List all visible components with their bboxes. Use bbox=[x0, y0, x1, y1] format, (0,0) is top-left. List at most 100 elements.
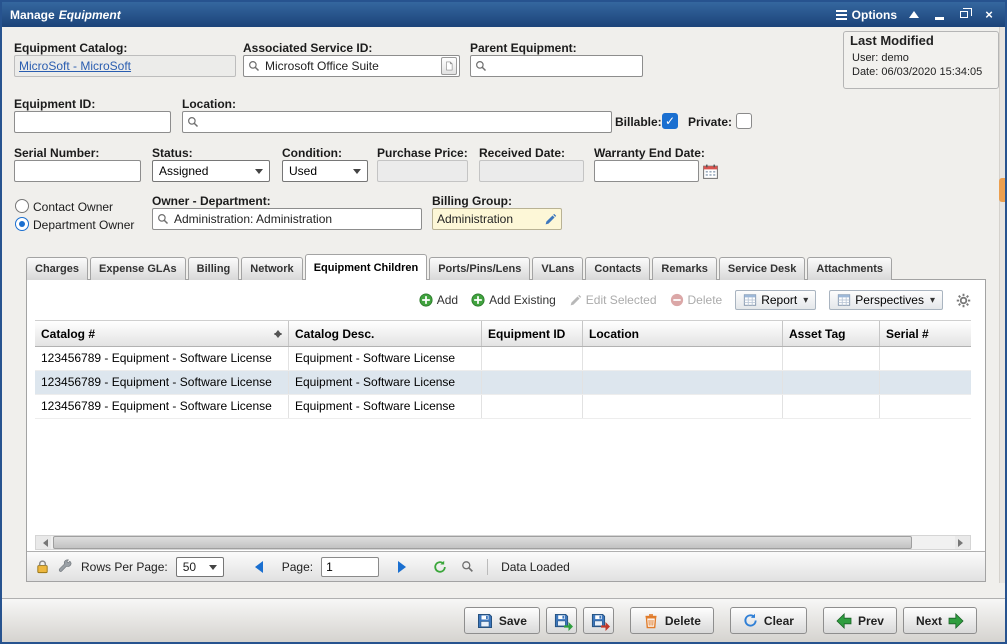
refresh-icon[interactable] bbox=[433, 560, 447, 574]
column-header-equipment-id[interactable]: Equipment ID bbox=[482, 321, 583, 346]
status-label: Status: bbox=[152, 146, 193, 160]
minimize-button[interactable] bbox=[931, 7, 947, 23]
tab-expense-glas[interactable]: Expense GLAs bbox=[90, 257, 186, 280]
equipment-catalog-link[interactable]: MicroSoft - MicroSoft bbox=[19, 59, 131, 73]
grid-search-icon[interactable] bbox=[461, 560, 474, 573]
prev-button[interactable]: Prev bbox=[823, 607, 897, 634]
status-select[interactable]: Assigned bbox=[152, 160, 270, 182]
billable-checkbox[interactable]: ✓ bbox=[662, 113, 678, 129]
add-button[interactable]: Add bbox=[419, 293, 458, 307]
cell bbox=[783, 347, 880, 370]
parent-equipment-label: Parent Equipment: bbox=[470, 41, 577, 55]
lock-icon[interactable] bbox=[35, 559, 50, 574]
delete-row-button[interactable]: Delete bbox=[670, 293, 723, 307]
save-button[interactable]: Save bbox=[464, 607, 540, 634]
search-icon bbox=[157, 213, 169, 225]
restore-button[interactable] bbox=[956, 7, 972, 23]
clear-button[interactable]: Clear bbox=[730, 607, 807, 634]
associated-service-field[interactable]: Microsoft Office Suite bbox=[243, 55, 460, 77]
table-row[interactable]: 123456789 - Equipment - Software License… bbox=[35, 347, 971, 371]
tab-vlans[interactable]: VLans bbox=[532, 257, 583, 280]
next-page-button[interactable] bbox=[395, 561, 415, 573]
location-field[interactable] bbox=[182, 111, 612, 133]
close-button[interactable]: × bbox=[981, 7, 997, 23]
next-button[interactable]: Next bbox=[903, 607, 977, 634]
tab-remarks[interactable]: Remarks bbox=[652, 257, 716, 280]
associated-service-lookup-button[interactable] bbox=[441, 57, 457, 75]
scrollbar-track[interactable] bbox=[51, 536, 955, 549]
column-header-location[interactable]: Location bbox=[583, 321, 783, 346]
condition-select[interactable]: Used bbox=[282, 160, 368, 182]
table-row[interactable]: 123456789 - Equipment - Software License… bbox=[35, 395, 971, 419]
parent-equipment-field[interactable] bbox=[470, 55, 643, 77]
scroll-right-arrow[interactable] bbox=[955, 536, 970, 549]
tab-label: VLans bbox=[541, 263, 574, 275]
tab-contacts[interactable]: Contacts bbox=[585, 257, 650, 280]
scrollbar-thumb[interactable] bbox=[53, 536, 912, 549]
options-menu-icon bbox=[836, 10, 847, 20]
warranty-end-date-input[interactable] bbox=[594, 160, 699, 182]
contact-owner-radio[interactable] bbox=[15, 199, 29, 213]
private-checkbox[interactable] bbox=[736, 113, 752, 129]
page-input[interactable] bbox=[321, 557, 379, 577]
tab-billing[interactable]: Billing bbox=[188, 257, 240, 280]
rows-per-page-value: 50 bbox=[183, 560, 196, 574]
prev-page-button[interactable] bbox=[246, 561, 266, 573]
billing-group-value: Administration bbox=[437, 212, 539, 226]
report-button[interactable]: Report ▾ bbox=[735, 290, 816, 310]
calendar-picker-button[interactable] bbox=[702, 161, 720, 181]
billing-group-edit-button[interactable] bbox=[544, 213, 557, 226]
edit-selected-button[interactable]: Edit Selected bbox=[569, 293, 657, 307]
tab-charges[interactable]: Charges bbox=[26, 257, 88, 280]
save-and-duplicate-button[interactable] bbox=[583, 607, 614, 634]
associated-service-label: Associated Service ID: bbox=[243, 41, 372, 55]
add-existing-button[interactable]: Add Existing bbox=[471, 293, 556, 307]
horizontal-scrollbar[interactable] bbox=[35, 535, 971, 550]
status-selected-value: Assigned bbox=[159, 164, 208, 178]
cell bbox=[880, 371, 971, 394]
tab-attachments[interactable]: Attachments bbox=[807, 257, 892, 280]
document-icon bbox=[444, 60, 454, 72]
table-row[interactable]: 123456789 - Equipment - Software License… bbox=[35, 371, 971, 395]
grid-settings-button[interactable] bbox=[956, 293, 971, 308]
last-modified-user: User: demo bbox=[852, 52, 990, 64]
rows-per-page-select[interactable]: 50 bbox=[176, 557, 224, 577]
column-header-serial-number[interactable]: Serial # bbox=[880, 321, 971, 346]
cell bbox=[482, 395, 583, 418]
options-button[interactable]: Options bbox=[836, 8, 897, 22]
column-header-catalog-desc[interactable]: Catalog Desc. bbox=[289, 321, 482, 346]
collapse-button[interactable] bbox=[906, 7, 922, 23]
billing-group-field[interactable]: Administration bbox=[432, 208, 562, 230]
chevron-down-icon: ▾ bbox=[930, 295, 935, 306]
tab-ports-pins-lens[interactable]: Ports/Pins/Lens bbox=[429, 257, 530, 280]
titlebar[interactable]: ManageEquipment Options × bbox=[2, 2, 1005, 27]
column-label: Equipment ID bbox=[488, 327, 565, 341]
title-prefix: Manage bbox=[10, 8, 55, 22]
sort-icon[interactable] bbox=[274, 326, 282, 342]
tab-service-desk[interactable]: Service Desk bbox=[719, 257, 806, 280]
edit-selected-label: Edit Selected bbox=[586, 293, 657, 307]
received-date-label: Received Date: bbox=[479, 146, 565, 160]
perspectives-button[interactable]: Perspectives ▾ bbox=[829, 290, 943, 310]
save-and-new-button[interactable] bbox=[546, 607, 577, 634]
department-owner-radio[interactable] bbox=[15, 217, 29, 231]
scroll-left-arrow[interactable] bbox=[36, 536, 51, 549]
side-panel-handle[interactable] bbox=[999, 178, 1005, 202]
tab-label: Equipment Children bbox=[314, 262, 419, 274]
equipment-children-grid: Catalog # Catalog Desc. Equipment ID Loc… bbox=[35, 320, 971, 419]
equipment-id-input[interactable] bbox=[14, 111, 171, 133]
tab-label: Network bbox=[250, 263, 293, 275]
tab-network[interactable]: Network bbox=[241, 257, 302, 280]
delete-button[interactable]: Delete bbox=[630, 607, 714, 634]
arrow-right-icon bbox=[948, 613, 964, 629]
column-header-asset-tag[interactable]: Asset Tag bbox=[783, 321, 880, 346]
close-icon: × bbox=[985, 7, 993, 22]
restore-icon bbox=[960, 11, 968, 18]
column-header-catalog-number[interactable]: Catalog # bbox=[35, 321, 289, 346]
serial-number-input[interactable] bbox=[14, 160, 141, 182]
wrench-icon[interactable] bbox=[58, 559, 73, 574]
cell bbox=[482, 347, 583, 370]
owner-department-field[interactable]: Administration: Administration bbox=[152, 208, 422, 230]
tab-equipment-children[interactable]: Equipment Children bbox=[305, 254, 428, 280]
perspectives-grid-icon bbox=[837, 293, 851, 307]
